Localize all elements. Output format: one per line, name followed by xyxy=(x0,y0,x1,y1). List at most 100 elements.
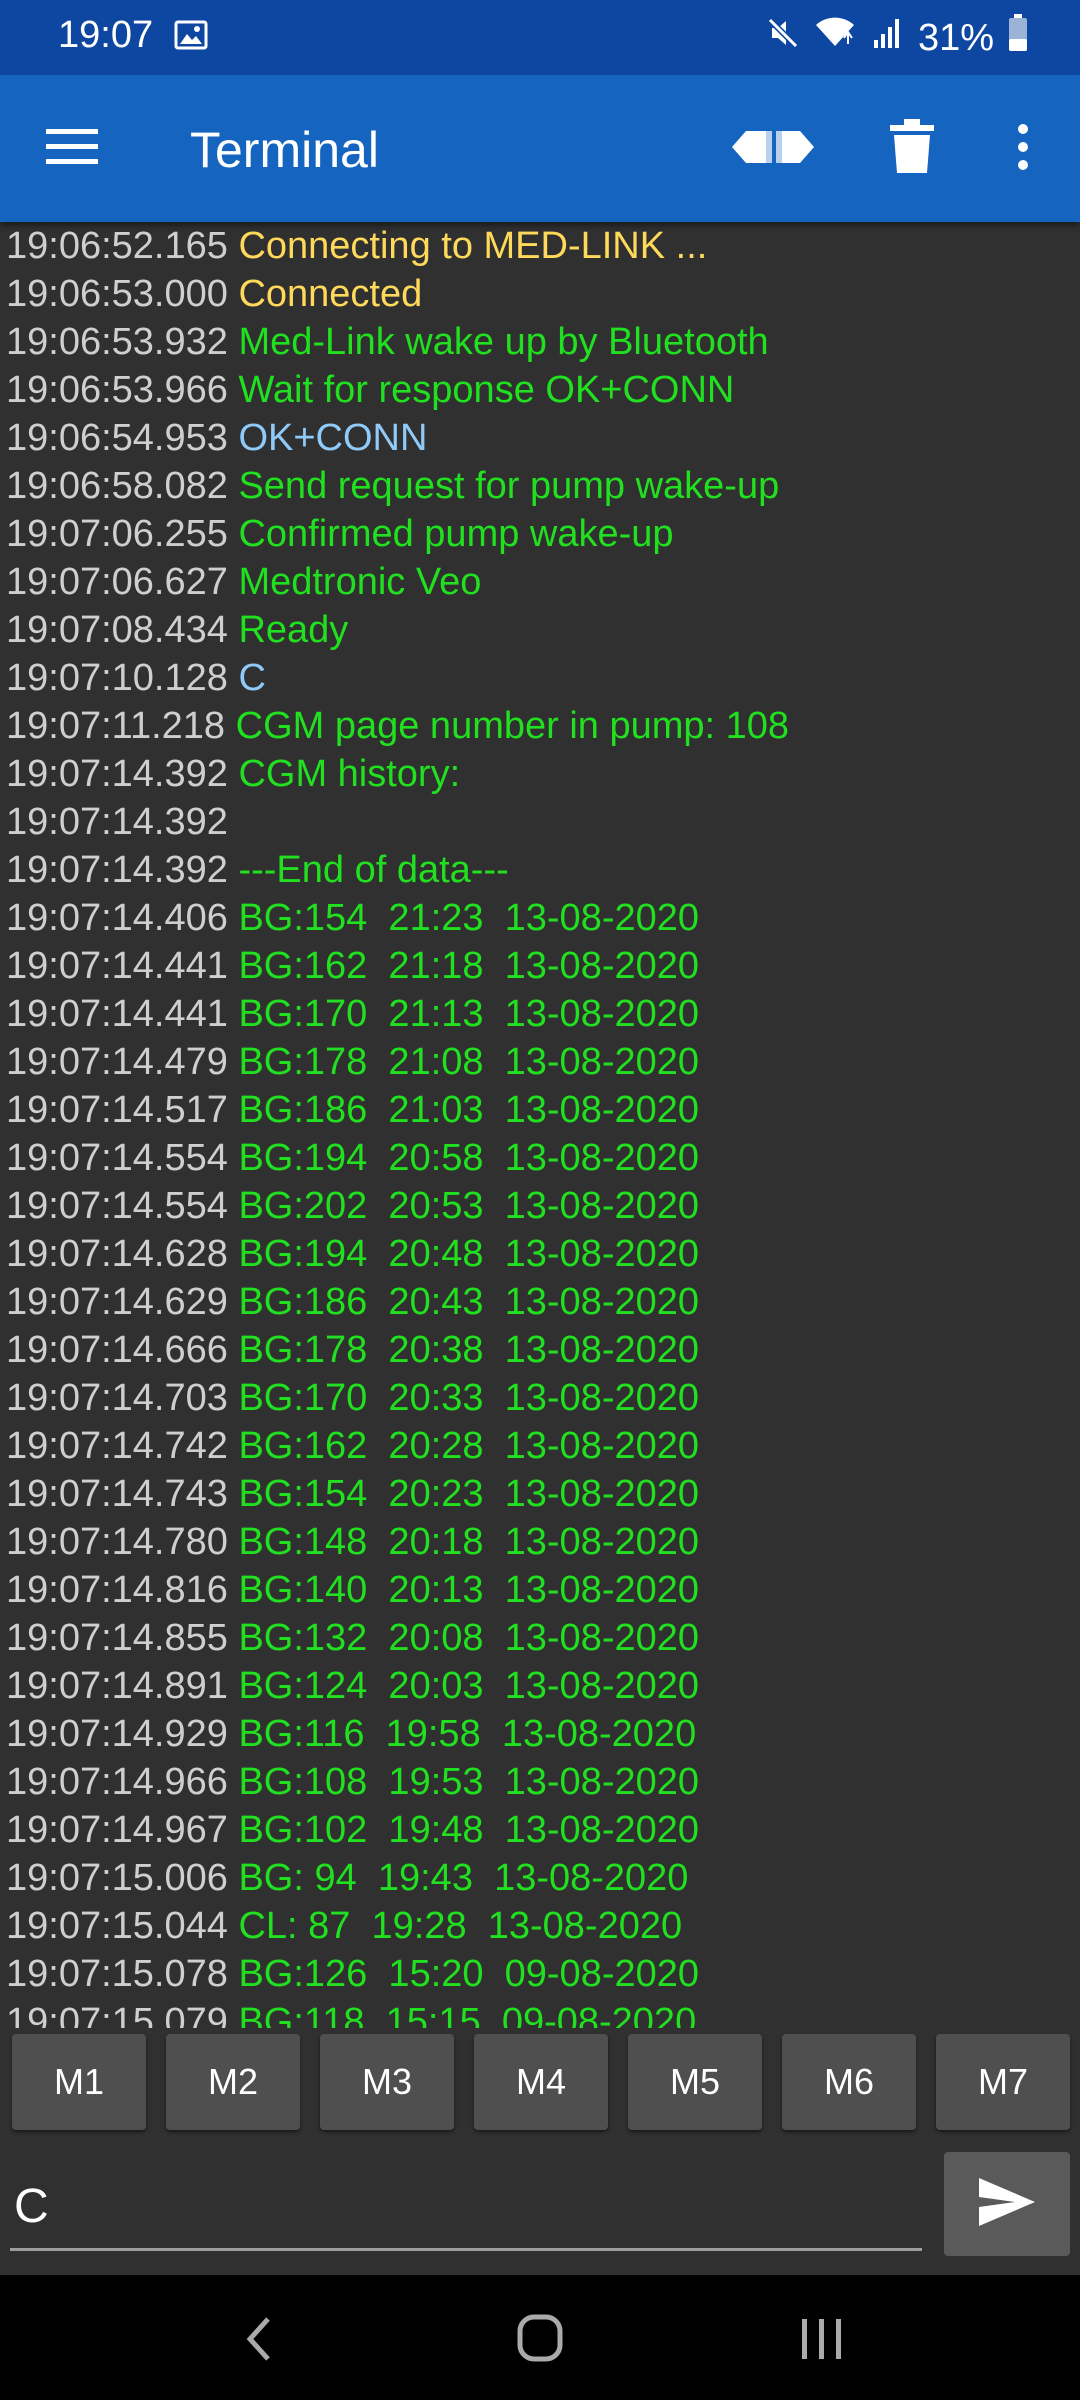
terminal-line: 19:06:53.932 Med-Link wake up by Bluetoo… xyxy=(6,318,769,366)
log-message: BG:178 21:08 13-08-2020 xyxy=(238,1041,700,1083)
terminal-line: 19:07:15.078 BG:126 15:20 09-08-2020 xyxy=(6,1950,699,1998)
log-message: CGM history: xyxy=(238,753,461,795)
log-message: BG:102 19:48 13-08-2020 xyxy=(238,1809,700,1851)
macro-button-m1[interactable]: M1 xyxy=(12,2034,146,2130)
log-timestamp: 19:07:14.441 xyxy=(6,945,228,987)
log-message: BG:194 20:48 13-08-2020 xyxy=(238,1233,700,1275)
log-timestamp: 19:07:14.929 xyxy=(6,1713,228,1755)
log-timestamp: 19:07:14.666 xyxy=(6,1329,228,1371)
log-timestamp: 19:07:06.255 xyxy=(6,513,228,555)
log-message: BG:140 20:13 13-08-2020 xyxy=(238,1569,700,1611)
log-message: Connected xyxy=(238,273,423,315)
log-message: BG:186 21:03 13-08-2020 xyxy=(238,1089,700,1131)
terminal-line: 19:07:14.666 BG:178 20:38 13-08-2020 xyxy=(6,1326,699,1374)
log-timestamp: 19:07:15.078 xyxy=(6,1953,228,1995)
terminal-line: 19:07:14.554 BG:202 20:53 13-08-2020 xyxy=(6,1182,699,1230)
terminal-line: 19:07:14.891 BG:124 20:03 13-08-2020 xyxy=(6,1662,699,1710)
terminal-line: 19:07:14.406 BG:154 21:23 13-08-2020 xyxy=(6,894,699,942)
log-timestamp: 19:06:53.000 xyxy=(6,273,228,315)
log-timestamp: 19:07:10.128 xyxy=(6,657,228,699)
battery-percent: 31% xyxy=(917,16,994,59)
terminal-line: 19:07:14.780 BG:148 20:18 13-08-2020 xyxy=(6,1518,699,1566)
log-message: BG:162 20:28 13-08-2020 xyxy=(238,1425,700,1467)
log-timestamp: 19:06:54.953 xyxy=(6,417,228,459)
terminal-line: 19:07:14.628 BG:194 20:48 13-08-2020 xyxy=(6,1230,699,1278)
terminal-line: 19:07:14.554 BG:194 20:58 13-08-2020 xyxy=(6,1134,699,1182)
terminal-line: 19:06:54.953 OK+CONN xyxy=(6,414,427,462)
log-timestamp: 19:07:14.554 xyxy=(6,1137,228,1179)
terminal-line: 19:06:53.966 Wait for response OK+CONN xyxy=(6,366,734,414)
log-timestamp: 19:07:14.780 xyxy=(6,1521,228,1563)
terminal-line: 19:07:14.441 BG:170 21:13 13-08-2020 xyxy=(6,990,699,1038)
log-message: BG: 94 19:43 13-08-2020 xyxy=(238,1857,689,1899)
command-input[interactable] xyxy=(12,2170,928,2242)
terminal-line: 19:07:15.079 BG:118 15:15 09-08-2020 xyxy=(6,1998,696,2028)
status-icons: 31% xyxy=(766,14,1028,62)
log-timestamp: 19:07:14.855 xyxy=(6,1617,228,1659)
log-message: BG:170 21:13 13-08-2020 xyxy=(238,993,700,1035)
macro-button-m5[interactable]: M5 xyxy=(628,2034,762,2130)
terminal-line: 19:06:58.082 Send request for pump wake-… xyxy=(6,462,779,510)
connect-icon[interactable] xyxy=(728,117,818,177)
log-timestamp: 19:07:14.628 xyxy=(6,1233,228,1275)
log-timestamp: 19:07:14.392 xyxy=(6,849,228,891)
terminal-line: 19:07:06.627 Medtronic Veo xyxy=(6,558,481,606)
terminal-line: 19:07:15.044 CL: 87 19:28 13-08-2020 xyxy=(6,1902,682,1950)
menu-icon[interactable] xyxy=(46,127,98,167)
macro-button-m6[interactable]: M6 xyxy=(782,2034,916,2130)
status-bar: 19:07 31% xyxy=(0,0,1080,75)
terminal-line: 19:07:14.392 CGM history: xyxy=(6,750,460,798)
log-timestamp: 19:07:14.392 xyxy=(6,801,228,843)
log-message: BG:194 20:58 13-08-2020 xyxy=(238,1137,700,1179)
log-message: Wait for response OK+CONN xyxy=(238,369,735,411)
terminal-line: 19:07:14.966 BG:108 19:53 13-08-2020 xyxy=(6,1758,699,1806)
log-timestamp: 19:07:14.479 xyxy=(6,1041,228,1083)
log-message: Confirmed pump wake-up xyxy=(238,513,674,555)
trash-icon[interactable] xyxy=(888,117,936,177)
signal-icon xyxy=(870,16,904,60)
terminal-line: 19:06:52.165 Connecting to MED-LINK ... xyxy=(6,222,707,270)
terminal-line: 19:07:14.855 BG:132 20:08 13-08-2020 xyxy=(6,1614,699,1662)
status-time: 19:07 xyxy=(58,14,154,56)
log-timestamp: 19:07:14.406 xyxy=(6,897,228,939)
terminal-output[interactable]: 19:06:52.165 Connecting to MED-LINK ... 1… xyxy=(0,222,1080,2028)
app-bar: Terminal xyxy=(0,75,1080,222)
terminal-line: 19:07:14.479 BG:178 21:08 13-08-2020 xyxy=(6,1038,699,1086)
send-icon xyxy=(977,2176,1037,2233)
image-icon xyxy=(174,20,208,55)
log-message: BG:108 19:53 13-08-2020 xyxy=(238,1761,700,1803)
log-timestamp: 19:07:14.392 xyxy=(6,753,228,795)
terminal-line: 19:07:14.703 BG:170 20:33 13-08-2020 xyxy=(6,1374,699,1422)
log-timestamp: 19:07:14.743 xyxy=(6,1473,228,1515)
macro-bar: M1 M2 M3 M4 M5 M6 M7 xyxy=(0,2032,1080,2132)
recents-icon[interactable] xyxy=(792,2311,852,2367)
battery-icon xyxy=(1008,14,1028,62)
terminal-line: 19:07:14.742 BG:162 20:28 13-08-2020 xyxy=(6,1422,699,1470)
log-timestamp: 19:06:53.966 xyxy=(6,369,228,411)
send-button[interactable] xyxy=(944,2152,1070,2256)
macro-button-m2[interactable]: M2 xyxy=(166,2034,300,2130)
macro-button-m3[interactable]: M3 xyxy=(320,2034,454,2130)
log-timestamp: 19:07:15.079 xyxy=(6,2001,228,2028)
log-timestamp: 19:07:06.627 xyxy=(6,561,228,603)
back-icon[interactable] xyxy=(232,2311,292,2367)
macro-button-m4[interactable]: M4 xyxy=(474,2034,608,2130)
log-timestamp: 19:07:14.816 xyxy=(6,1569,228,1611)
log-message: Connecting to MED-LINK ... xyxy=(238,225,708,267)
terminal-line: 19:07:14.743 BG:154 20:23 13-08-2020 xyxy=(6,1470,699,1518)
log-message: BG:186 20:43 13-08-2020 xyxy=(238,1281,700,1323)
log-timestamp: 19:07:14.742 xyxy=(6,1425,228,1467)
log-timestamp: 19:07:14.517 xyxy=(6,1089,228,1131)
log-timestamp: 19:07:14.554 xyxy=(6,1185,228,1227)
log-message: BG:178 20:38 13-08-2020 xyxy=(238,1329,700,1371)
terminal-line: 19:07:11.218 CGM page number in pump: 10… xyxy=(6,702,789,750)
command-input-row xyxy=(0,2148,1080,2268)
log-message: C xyxy=(238,657,266,699)
log-message: BG:154 21:23 13-08-2020 xyxy=(238,897,700,939)
macro-button-m7[interactable]: M7 xyxy=(936,2034,1070,2130)
terminal-line: 19:07:06.255 Confirmed pump wake-up xyxy=(6,510,674,558)
log-timestamp: 19:06:52.165 xyxy=(6,225,228,267)
terminal-line: 19:07:14.517 BG:186 21:03 13-08-2020 xyxy=(6,1086,699,1134)
home-icon[interactable] xyxy=(510,2311,570,2367)
more-vert-icon[interactable] xyxy=(1008,117,1038,177)
